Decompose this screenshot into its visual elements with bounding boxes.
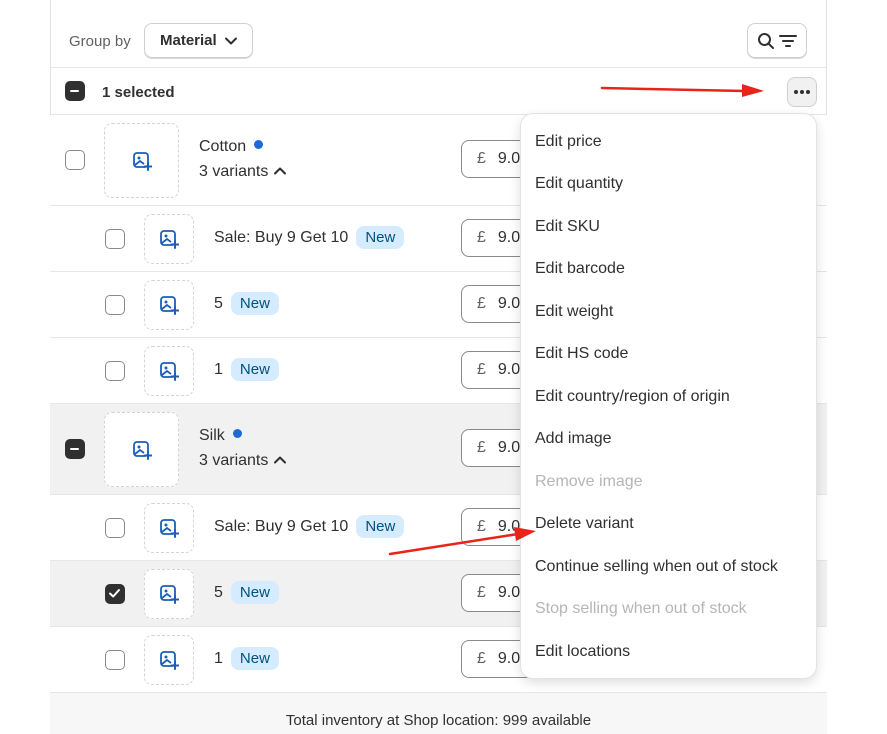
image-add-icon bbox=[160, 651, 179, 670]
group-by-label: Group by bbox=[69, 33, 131, 50]
variants-count: 3 variants bbox=[199, 452, 269, 469]
variant-name: 1 New bbox=[214, 358, 279, 381]
variant-name-text: 5 bbox=[214, 583, 223, 601]
currency-symbol: £ bbox=[477, 584, 486, 601]
product-name: Cotton bbox=[199, 138, 264, 156]
variant-name-text: Sale: Buy 9 Get 10 bbox=[214, 517, 349, 535]
image-add-icon bbox=[160, 230, 179, 249]
currency-symbol: £ bbox=[477, 295, 486, 312]
add-image-thumbnail[interactable] bbox=[104, 123, 179, 198]
menu-item-edit-origin[interactable]: Edit country/region of origin bbox=[535, 388, 730, 406]
currency-symbol: £ bbox=[477, 439, 486, 456]
more-actions-button[interactable] bbox=[787, 77, 817, 107]
variant-name-text: 1 bbox=[214, 360, 223, 378]
menu-item-edit-locations[interactable]: Edit locations bbox=[535, 643, 630, 661]
product-name: Silk bbox=[199, 427, 242, 445]
new-badge: New bbox=[230, 358, 279, 381]
new-badge: New bbox=[230, 581, 279, 604]
currency-symbol: £ bbox=[477, 650, 486, 667]
variant-name-text: Sale: Buy 9 Get 10 bbox=[214, 228, 349, 246]
currency-symbol: £ bbox=[477, 518, 486, 535]
menu-item-edit-quantity[interactable]: Edit quantity bbox=[535, 175, 623, 193]
image-add-icon bbox=[132, 440, 152, 460]
more-actions-menu: Edit price Edit quantity Edit SKU Edit b… bbox=[521, 114, 816, 678]
add-image-thumbnail[interactable] bbox=[144, 503, 194, 553]
variant-checkbox[interactable] bbox=[105, 229, 125, 249]
inventory-summary: Total inventory at Shop location: 999 av… bbox=[50, 693, 827, 734]
filter-icon bbox=[779, 34, 797, 47]
variant-name-text: 5 bbox=[214, 294, 223, 312]
image-add-icon bbox=[132, 151, 152, 171]
add-image-thumbnail[interactable] bbox=[144, 635, 194, 685]
product-name-text: Silk bbox=[199, 427, 225, 444]
selected-count: 1 selected bbox=[102, 84, 175, 101]
variant-checkbox[interactable] bbox=[105, 518, 125, 538]
chevron-up-icon bbox=[274, 456, 287, 464]
more-horizontal-icon bbox=[794, 90, 810, 94]
bulk-selection-bar: 1 selected bbox=[50, 68, 827, 115]
variant-name: Sale: Buy 9 Get 10 New bbox=[214, 226, 405, 249]
new-badge: New bbox=[356, 226, 405, 249]
new-badge: New bbox=[230, 292, 279, 315]
menu-item-continue-selling[interactable]: Continue selling when out of stock bbox=[535, 558, 778, 576]
checkmark-icon bbox=[109, 589, 120, 598]
image-add-icon bbox=[160, 519, 179, 538]
variant-name: 5 New bbox=[214, 581, 279, 604]
variants-toggle[interactable]: 3 variants bbox=[199, 163, 287, 181]
add-image-thumbnail[interactable] bbox=[104, 412, 179, 487]
currency-symbol: £ bbox=[477, 361, 486, 378]
variant-name: Sale: Buy 9 Get 10 New bbox=[214, 515, 405, 538]
add-image-thumbnail[interactable] bbox=[144, 214, 194, 264]
image-add-icon bbox=[160, 585, 179, 604]
product-name-text: Cotton bbox=[199, 138, 247, 155]
search-icon bbox=[758, 32, 774, 49]
select-all-checkbox[interactable] bbox=[65, 81, 85, 101]
variant-checkbox[interactable] bbox=[105, 361, 125, 381]
group-by-bar: Group by Material bbox=[50, 0, 827, 68]
variant-name: 5 New bbox=[214, 292, 279, 315]
product-checkbox[interactable] bbox=[65, 150, 85, 170]
variants-toggle[interactable]: 3 variants bbox=[199, 452, 287, 470]
currency-symbol: £ bbox=[477, 150, 486, 167]
variant-checkbox[interactable] bbox=[105, 295, 125, 315]
variant-checkbox-checked[interactable] bbox=[105, 584, 125, 604]
variant-name-text: 1 bbox=[214, 649, 223, 667]
add-image-thumbnail[interactable] bbox=[144, 346, 194, 396]
menu-item-edit-hs-code[interactable]: Edit HS code bbox=[535, 345, 628, 363]
currency-symbol: £ bbox=[477, 229, 486, 246]
menu-item-stop-selling: Stop selling when out of stock bbox=[535, 600, 747, 617]
status-dot bbox=[232, 429, 242, 438]
chevron-down-icon bbox=[224, 37, 237, 44]
image-add-icon bbox=[160, 296, 179, 315]
new-badge: New bbox=[356, 515, 405, 538]
status-dot bbox=[254, 140, 264, 149]
menu-item-edit-sku[interactable]: Edit SKU bbox=[535, 218, 600, 236]
menu-item-add-image[interactable]: Add image bbox=[535, 430, 612, 448]
menu-item-edit-price[interactable]: Edit price bbox=[535, 133, 602, 151]
variant-checkbox[interactable] bbox=[105, 650, 125, 670]
chevron-up-icon bbox=[274, 167, 287, 175]
image-add-icon bbox=[160, 362, 179, 381]
add-image-thumbnail[interactable] bbox=[144, 280, 194, 330]
group-by-select[interactable]: Material bbox=[144, 23, 253, 58]
new-badge: New bbox=[230, 647, 279, 670]
menu-item-remove-image: Remove image bbox=[535, 473, 643, 490]
group-by-value: Material bbox=[160, 32, 217, 49]
menu-item-edit-weight[interactable]: Edit weight bbox=[535, 303, 613, 321]
variant-name: 1 New bbox=[214, 647, 279, 670]
menu-item-delete-variant[interactable]: Delete variant bbox=[535, 515, 634, 533]
search-filter-button[interactable] bbox=[747, 23, 807, 58]
variants-count: 3 variants bbox=[199, 163, 269, 180]
add-image-thumbnail[interactable] bbox=[144, 569, 194, 619]
product-checkbox[interactable] bbox=[65, 439, 85, 459]
menu-item-edit-barcode[interactable]: Edit barcode bbox=[535, 260, 625, 278]
